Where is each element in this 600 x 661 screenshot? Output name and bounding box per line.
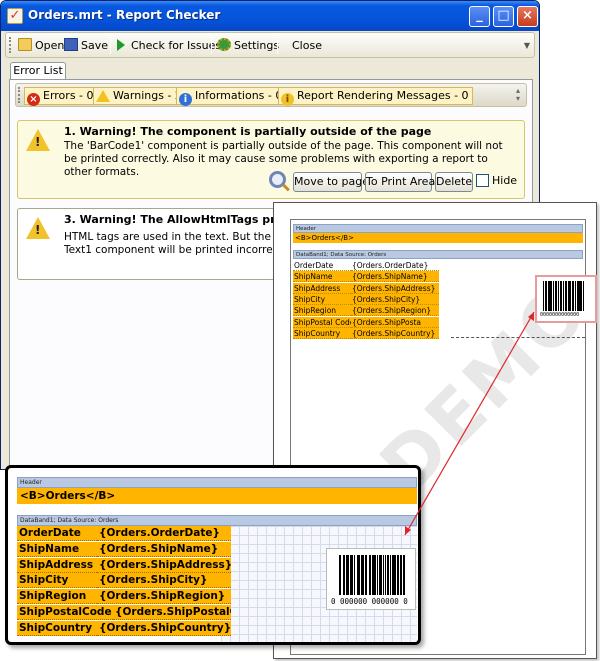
callout-line <box>404 311 535 536</box>
callout-arrow <box>404 311 535 536</box>
